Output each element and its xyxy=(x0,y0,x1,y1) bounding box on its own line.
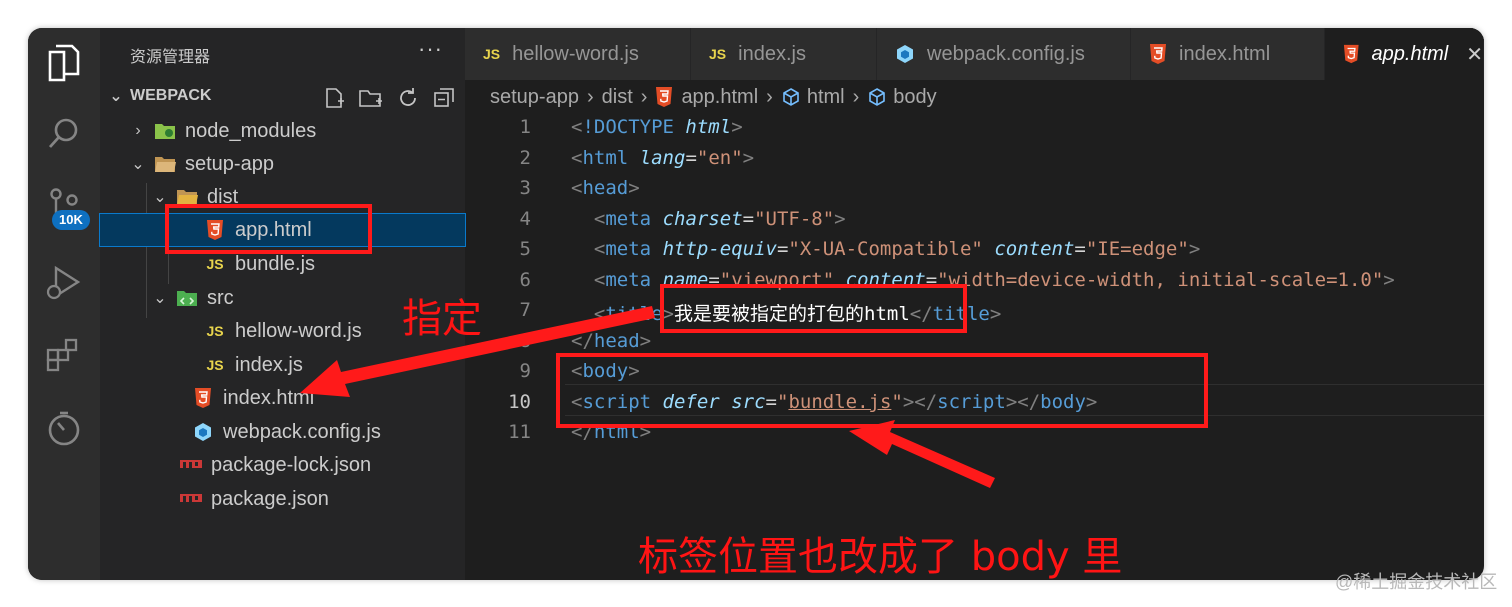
watermark: @稀土掘金技术社区 xyxy=(1335,572,1498,592)
arrow-to-body xyxy=(849,420,995,488)
annotation-specified: 指定 xyxy=(402,296,482,342)
annotation-arrows xyxy=(300,306,995,488)
annotation-moved-to-body: 标签位置也改成了 body 里 xyxy=(638,534,1123,580)
